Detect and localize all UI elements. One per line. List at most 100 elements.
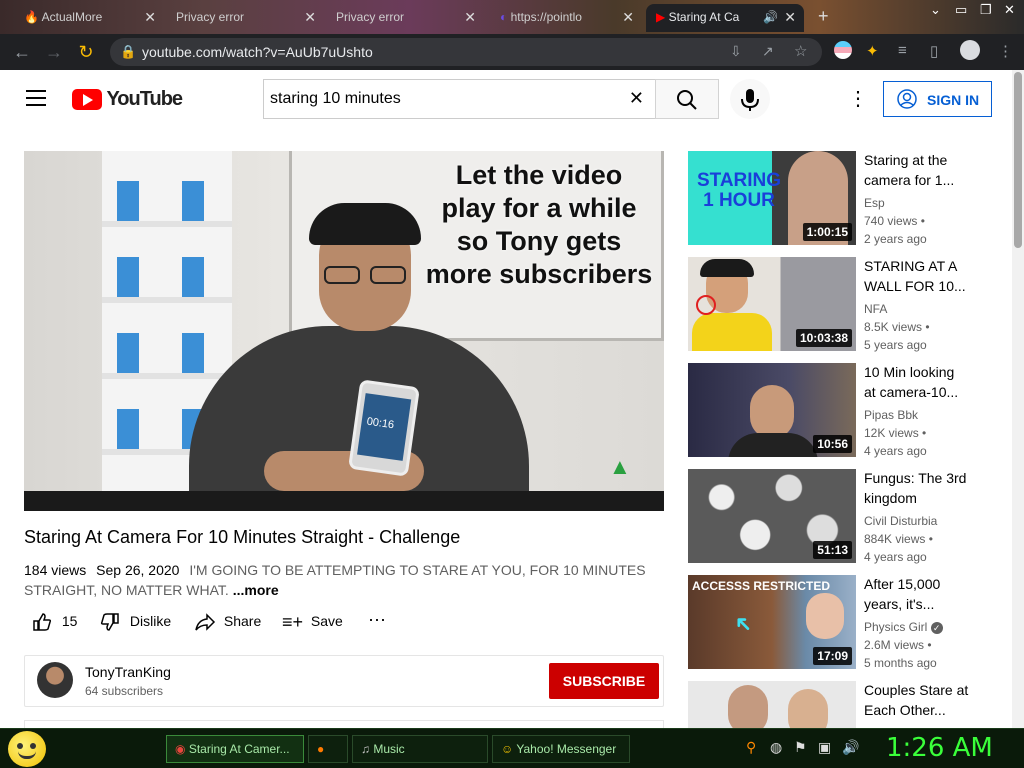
related-channel[interactable]: Esp bbox=[864, 194, 885, 212]
video-title: Staring At Camera For 10 Minutes Straigh… bbox=[24, 527, 461, 547]
related-thumbnail[interactable]: 10:03:38 bbox=[688, 257, 856, 351]
address-bar[interactable]: 🔒 youtube.com/watch?v=AuUb7uUshto ⇩ ↗ ☆ bbox=[110, 38, 822, 66]
taskbar-item-music[interactable]: ♫ Music bbox=[352, 735, 488, 763]
system-clock[interactable]: 1:26 AM bbox=[886, 733, 993, 763]
related-title[interactable]: STARING AT A WALL FOR 10... bbox=[864, 256, 969, 296]
sign-in-label: SIGN IN bbox=[927, 92, 980, 108]
audio-playing-icon[interactable]: 🔊 bbox=[763, 10, 778, 24]
action-bar: 15 Dislike Share ≡+ Save ⋯ bbox=[24, 606, 664, 638]
browser-tab[interactable]: ◐ https://pointlo ✕ bbox=[490, 4, 642, 32]
restore-icon[interactable]: ❐ bbox=[980, 2, 992, 18]
reload-icon[interactable]: ↻ bbox=[76, 42, 96, 63]
share-label: Share bbox=[223, 612, 262, 629]
sign-in-button[interactable]: SIGN IN bbox=[883, 81, 992, 117]
profile-avatar-icon[interactable] bbox=[960, 40, 980, 60]
volume-tray-icon[interactable]: 🔊 bbox=[842, 739, 859, 756]
browser-tab-active[interactable]: ▶ Staring At Ca 🔊 ✕ bbox=[646, 4, 804, 32]
related-views: 2.6M views • bbox=[864, 638, 932, 652]
video-description[interactable]: 184 views Sep 26, 2020 I'M GOING TO BE A… bbox=[24, 560, 664, 600]
bookmark-star-icon[interactable]: ☆ bbox=[794, 42, 807, 60]
close-icon[interactable]: ✕ bbox=[144, 9, 156, 26]
account-icon bbox=[897, 89, 917, 109]
duration-badge: 10:03:38 bbox=[795, 329, 852, 347]
hamburger-menu-icon[interactable] bbox=[26, 90, 46, 106]
tab-label: Privacy error bbox=[336, 10, 405, 24]
related-thumbnail[interactable]: STARING 1 HOUR 1:00:15 bbox=[688, 151, 856, 245]
dislike-button[interactable]: Dislike bbox=[100, 612, 171, 632]
more-options-icon[interactable]: ⋮ bbox=[848, 86, 868, 111]
side-panel-icon[interactable]: ▯ bbox=[930, 42, 938, 60]
browser-tab[interactable]: Privacy error ✕ bbox=[166, 4, 324, 32]
like-button[interactable]: 15 bbox=[32, 612, 77, 632]
extension-icon[interactable] bbox=[834, 41, 852, 59]
related-thumbnail[interactable] bbox=[688, 681, 856, 728]
browser-tab[interactable]: 🔥 ActualMore ✕ bbox=[14, 4, 164, 32]
share-icon[interactable]: ↗ bbox=[762, 43, 774, 60]
video-player[interactable]: 00:16 Let the video play for a while so … bbox=[24, 151, 664, 511]
taskbar-item-chrome[interactable]: ◉ Staring At Camer... bbox=[166, 735, 304, 763]
forward-icon[interactable]: → bbox=[44, 42, 64, 63]
close-icon[interactable]: ✕ bbox=[304, 9, 316, 26]
clear-search-icon[interactable]: ✕ bbox=[629, 88, 644, 109]
taskbar-item-firefox[interactable]: ● bbox=[308, 735, 348, 763]
tab-label: https://pointlo bbox=[510, 10, 582, 24]
channel-name[interactable]: TonyTranKing bbox=[85, 664, 171, 680]
search-input[interactable]: staring 10 minutes bbox=[270, 90, 401, 108]
url-text[interactable]: youtube.com/watch?v=AuUb7uUshto bbox=[142, 44, 373, 60]
browser-tab[interactable]: Privacy error ✕ bbox=[326, 4, 484, 32]
tab-label: Privacy error bbox=[176, 10, 245, 24]
search-box[interactable]: staring 10 minutes ✕ bbox=[263, 79, 656, 119]
more-link[interactable]: ...more bbox=[233, 582, 279, 598]
related-title[interactable]: Staring at the camera for 1... bbox=[864, 150, 969, 190]
install-icon[interactable]: ⇩ bbox=[730, 43, 742, 60]
related-views: 12K views • bbox=[864, 426, 927, 440]
related-title[interactable]: Fungus: The 3rd kingdom bbox=[864, 468, 969, 508]
related-title[interactable]: 10 Min looking at camera-10... bbox=[864, 362, 969, 402]
minimize-icon[interactable]: ▭ bbox=[955, 2, 967, 18]
taskbar-item-label: Staring At Camer... bbox=[188, 742, 290, 756]
close-window-icon[interactable]: ✕ bbox=[1004, 2, 1015, 18]
media-controls-icon[interactable]: ≡ bbox=[898, 42, 907, 59]
channel-avatar[interactable] bbox=[37, 662, 73, 698]
youtube-favicon-icon: ▶ bbox=[656, 10, 666, 24]
voice-search-button[interactable] bbox=[730, 79, 770, 119]
related-views: 8.5K views • bbox=[864, 320, 930, 334]
related-channel[interactable]: Pipas Bbk bbox=[864, 406, 918, 424]
related-thumbnail[interactable]: 10:56 bbox=[688, 363, 856, 457]
close-icon[interactable]: ✕ bbox=[464, 9, 476, 26]
puzzle-icon[interactable]: ✦ bbox=[866, 42, 879, 60]
browser-toolbar: ← → ↻ 🔒 youtube.com/watch?v=AuUb7uUshto … bbox=[0, 34, 1024, 70]
back-icon[interactable]: ← bbox=[12, 42, 32, 63]
browser-menu-icon[interactable]: ⋮ bbox=[998, 42, 1013, 60]
youtube-logo[interactable]: YouTube bbox=[72, 88, 183, 111]
search-button[interactable] bbox=[655, 79, 719, 119]
phone: 00:16 bbox=[348, 379, 420, 477]
more-actions-icon[interactable]: ⋯ bbox=[368, 610, 386, 631]
related-channel[interactable]: Physics Girl ✓ bbox=[864, 618, 943, 636]
scrollbar-thumb[interactable] bbox=[1014, 72, 1022, 248]
related-thumbnail[interactable]: 51:13 bbox=[688, 469, 856, 563]
related-title[interactable]: After 15,000 years, it's... bbox=[864, 574, 969, 614]
close-icon[interactable]: ✕ bbox=[622, 9, 634, 26]
taskbar-item-yahoo-messenger[interactable]: ☺ Yahoo! Messenger bbox=[492, 735, 630, 763]
share-arrow-icon bbox=[195, 613, 216, 631]
start-button[interactable] bbox=[8, 731, 46, 767]
save-label: Save bbox=[310, 613, 343, 630]
tab-label: ActualMore bbox=[41, 10, 103, 24]
page-scrollbar[interactable] bbox=[1012, 70, 1024, 730]
close-icon[interactable]: ✕ bbox=[784, 9, 796, 26]
related-thumbnail[interactable]: ACCESSS RESTRICTED ➜ 17:09 bbox=[688, 575, 856, 669]
related-title[interactable]: Couples Stare at Each Other... bbox=[864, 680, 969, 720]
share-button[interactable]: Share bbox=[194, 612, 261, 632]
new-tab-icon[interactable]: + bbox=[818, 6, 829, 27]
save-button[interactable]: ≡+ Save bbox=[282, 612, 343, 633]
search-tray-icon[interactable]: ⚲ bbox=[746, 739, 756, 756]
subscribe-button[interactable]: SUBSCRIBE bbox=[549, 663, 659, 699]
network-tray-icon[interactable]: ▣ bbox=[818, 739, 831, 756]
related-channel[interactable]: NFA bbox=[864, 300, 887, 318]
flag-tray-icon[interactable]: ⚑ bbox=[794, 739, 807, 756]
media-tray-icon[interactable]: ◍ bbox=[770, 739, 782, 756]
related-channel[interactable]: Civil Disturbia bbox=[864, 512, 937, 530]
related-views: 884K views • bbox=[864, 532, 933, 546]
dropdown-icon[interactable]: ⌄ bbox=[930, 2, 941, 18]
